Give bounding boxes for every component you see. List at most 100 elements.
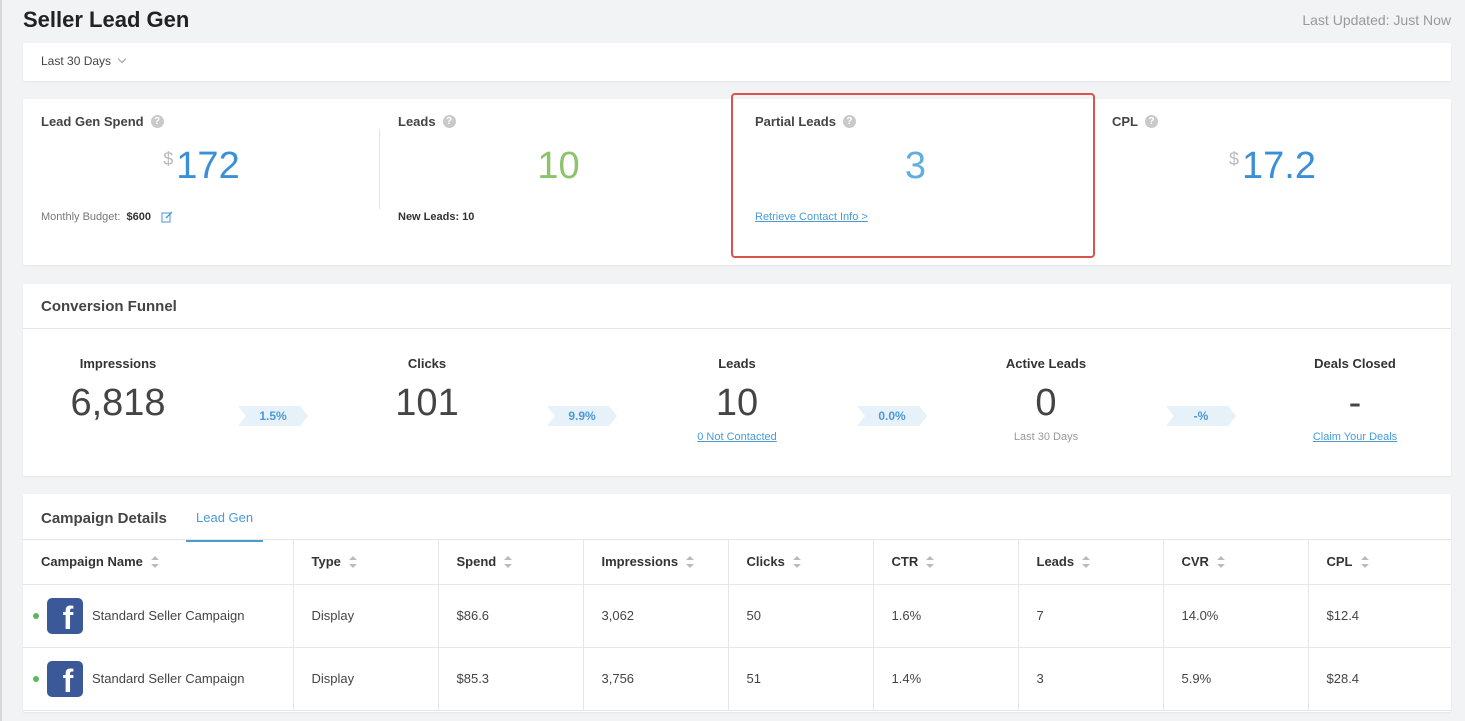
table-row[interactable]: f Standard Seller Campaign Display $85.3… [23,647,1451,711]
funnel-stage-label: Active Leads [1005,356,1087,371]
conversion-funnel-panel: Conversion Funnel Impressions 6,818 Clic… [23,284,1451,476]
funnel-title: Conversion Funnel [41,298,177,315]
conversion-rate-value: -% [1193,409,1209,423]
funnel-stage-clicks: Clicks 101 [337,356,517,425]
status-dot-icon [33,675,39,682]
column-header-label: Type [311,553,341,569]
cell-leads: 7 [1018,584,1164,648]
funnel-stage-value: - [1348,382,1362,424]
column-header-spend[interactable]: Spend [438,539,584,585]
cell-cpl: $12.4 [1308,584,1451,648]
column-header-impressions[interactable]: Impressions [583,539,729,585]
campaign-details-panel: Campaign Details Lead Gen Campaign Name … [23,494,1451,712]
sort-icon[interactable] [348,556,357,569]
column-header-label: Leads [1036,553,1075,569]
chevron-down-icon [117,54,127,64]
highlight-box [731,93,1095,258]
table-row[interactable]: f Standard Seller Campaign Display $86.6… [23,584,1451,648]
window-edge [0,0,2,721]
sort-icon[interactable] [1082,556,1091,569]
funnel-stage-active-leads: Active Leads 0 Last 30 Days [956,356,1136,443]
monthly-budget: Monthly Budget: $600 [41,211,173,223]
column-header-leads[interactable]: Leads [1018,539,1164,585]
campaign-name-wrap: f Standard Seller Campaign [33,660,293,697]
edit-icon[interactable] [161,211,173,223]
question-circle-icon[interactable]: ? [442,115,456,128]
column-header-ctr[interactable]: CTR [873,539,1019,585]
campaign-name-cell[interactable]: f Standard Seller Campaign [23,584,294,648]
funnel-stage-value: 0 [1035,382,1057,424]
conversion-rate-value: 0.0% [878,409,906,423]
stat-value: $17.2 [1094,145,1451,188]
campaign-name-wrap: f Standard Seller Campaign [33,597,293,634]
date-range-label: Last 30 Days [41,54,112,68]
conversion-rate-arrow: 0.0% [857,406,927,426]
status-dot-icon [33,612,39,619]
campaign-name-cell[interactable]: f Standard Seller Campaign [23,647,294,711]
cell-cvr: 5.9% [1163,647,1309,711]
funnel-stage-label: Impressions [79,356,157,371]
sort-icon[interactable] [926,556,935,569]
sort-icon[interactable] [1360,556,1369,569]
sort-icon[interactable] [1216,556,1225,569]
cell-ctr: 1.4% [873,647,1019,711]
not-contacted-link[interactable]: 0 Not Contacted [647,431,827,443]
table-header-row: Campaign Name Type Spend Impressions Cli… [23,539,1451,585]
stat-label-text: CPL [1112,114,1138,129]
sort-icon[interactable] [792,556,801,569]
sort-icon[interactable] [686,556,695,569]
cell-ctr: 1.6% [873,584,1019,648]
conversion-rate-value: 1.5% [259,409,287,423]
stat-label: Leads ? [398,114,456,129]
sort-icon[interactable] [150,556,159,569]
divider [23,328,1451,329]
column-header-label: CTR [891,553,919,569]
cell-leads: 3 [1018,647,1164,711]
stat-label-text: Lead Gen Spend [41,114,144,129]
cell-type: Display [293,584,439,648]
conversion-rate-arrow: 1.5% [238,406,308,426]
column-header-cpl[interactable]: CPL [1308,539,1451,585]
facebook-icon: f [47,660,83,697]
sort-icon[interactable] [504,556,513,569]
campaign-name[interactable]: Standard Seller Campaign [92,608,244,623]
campaign-details-title: Campaign Details [41,510,167,527]
column-header-type[interactable]: Type [293,539,439,585]
conversion-rate-arrow: 9.9% [547,406,617,426]
new-leads-text: New Leads: 10 [398,211,475,223]
claim-deals-link[interactable]: Claim Your Deals [1265,431,1445,443]
funnel-stage-label: Leads [718,356,756,371]
column-header-label: CVR [1181,553,1209,569]
tab-lead-gen[interactable]: Lead Gen [186,510,264,542]
cell-cvr: 14.0% [1163,584,1309,648]
stat-value-number: 172 [176,145,240,187]
column-header-label: Spend [456,553,497,569]
last-updated-text: Last Updated: Just Now [1302,12,1451,28]
question-circle-icon[interactable]: ? [150,115,164,128]
question-circle-icon[interactable]: ? [1145,115,1158,128]
cell-clicks: 51 [728,647,874,711]
page-title: Seller Lead Gen [23,7,190,32]
conversion-rate-value: 9.9% [568,409,596,423]
funnel-stage-label: Deals Closed [1314,356,1396,371]
budget-label: Monthly Budget: [41,211,121,223]
funnel-stage-value: 6,818 [70,382,166,424]
stat-value: $172 [23,145,380,188]
column-header-cvr[interactable]: CVR [1163,539,1309,585]
funnel-stage-label: Clicks [407,356,447,371]
column-header-label: Impressions [601,553,679,569]
column-header-label: Clicks [746,553,785,569]
column-header-clicks[interactable]: Clicks [728,539,874,585]
funnel-stage-value: 101 [395,382,459,424]
currency-symbol: $ [163,149,174,169]
cell-clicks: 50 [728,584,874,648]
stat-label: CPL ? [1112,114,1158,129]
date-range-dropdown[interactable]: Last 30 Days [41,54,127,68]
currency-symbol: $ [1229,149,1240,169]
funnel-stage-deals-closed: Deals Closed - Claim Your Deals [1265,356,1445,443]
stat-label: Lead Gen Spend ? [41,114,164,129]
campaign-name[interactable]: Standard Seller Campaign [92,671,244,686]
column-header-campaign-name[interactable]: Campaign Name [23,539,294,585]
funnel-stage-impressions: Impressions 6,818 [28,356,208,425]
cell-spend: $86.6 [438,584,584,648]
